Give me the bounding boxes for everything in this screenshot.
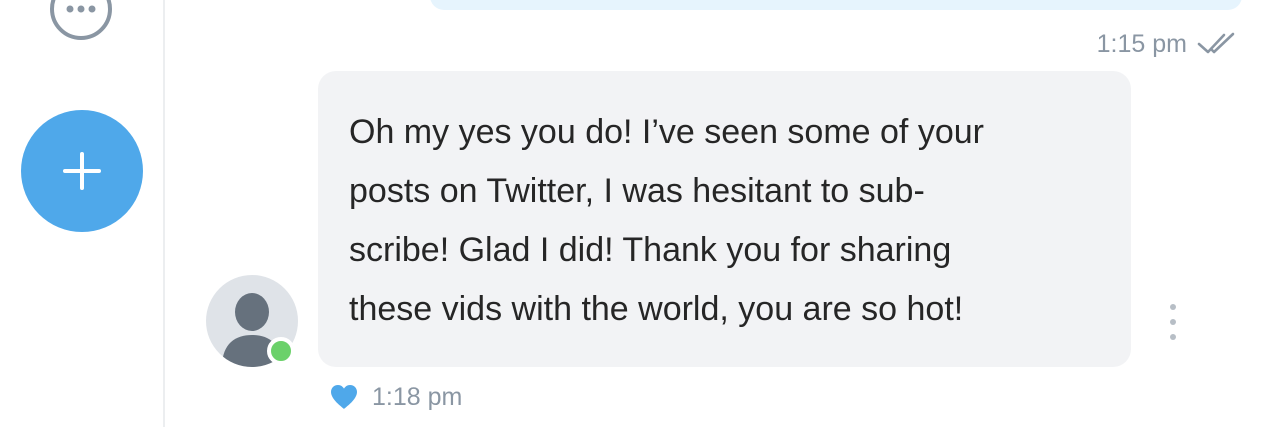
received-message-bubble[interactable]: Oh my yes you do! I’ve seen some of your… xyxy=(318,71,1131,367)
plus-icon xyxy=(63,152,101,190)
heart-icon[interactable] xyxy=(330,384,358,410)
more-horizontal-icon xyxy=(66,5,96,13)
more-options-button[interactable] xyxy=(50,0,112,40)
sent-message-meta: 1:15 pm xyxy=(1097,26,1237,62)
sent-message-bubble[interactable] xyxy=(430,0,1242,10)
received-message-meta: 1:18 pm xyxy=(330,379,462,415)
double-check-icon xyxy=(1197,32,1235,54)
message-options-button[interactable] xyxy=(1160,304,1186,340)
online-status-indicator xyxy=(267,337,295,365)
new-message-button[interactable] xyxy=(21,110,143,232)
sidebar-divider xyxy=(163,0,165,427)
sent-message-time: 1:15 pm xyxy=(1096,29,1187,58)
vertical-ellipsis-icon xyxy=(1170,304,1176,310)
received-message-time: 1:18 pm xyxy=(372,382,463,411)
message-text: Oh my yes you do! I’ve seen some of your… xyxy=(349,113,984,328)
